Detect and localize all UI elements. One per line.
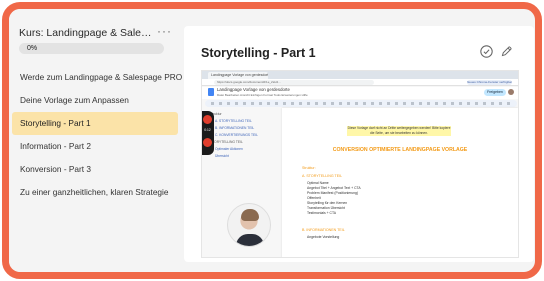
docs-toolbar	[205, 100, 517, 107]
lesson-list: Werde zum Landingpage & Salespage PRO De…	[12, 66, 182, 204]
url-text: https://docs.google.com/document/d/1e_2s…	[214, 80, 374, 85]
lesson-item-active[interactable]: Storytelling - Part 1	[12, 112, 178, 135]
recording-time: 0:12	[204, 128, 211, 132]
toolbar-icons	[211, 102, 511, 105]
course-progress-label: 0%	[27, 45, 38, 52]
outline-item: A. STORYTELLING TEIL	[215, 119, 252, 123]
outline-item: STORYTELLING TEIL	[210, 140, 243, 144]
recording-controls: 0:12	[202, 111, 214, 155]
course-sidebar: Kurs: Landingpage & Salespage ... ··· 0%…	[9, 9, 182, 272]
more-horizontal-icon[interactable]: ···	[157, 24, 172, 38]
lesson-content-card: Storytelling - Part 1 Landingpage Vorlag…	[184, 26, 534, 262]
pencil-icon[interactable]	[500, 45, 513, 58]
doc-section-b: B. INFORMATIONEN TEIL	[302, 228, 345, 232]
outline-item: C. KONVERTIERUNGS TEIL	[215, 133, 258, 137]
doc-item: Angebote Vorstellung	[307, 235, 340, 239]
presenter-body	[236, 234, 264, 246]
doc-section-struktur: Struktur:	[302, 166, 316, 170]
google-docs-icon	[208, 88, 214, 96]
docs-header: Landingpage Vorlage von gerdesdorte Date…	[202, 87, 518, 99]
lesson-item[interactable]: Information - Part 2	[12, 135, 178, 158]
outline-item: Struktur	[210, 112, 222, 116]
share-button: Freigeben	[484, 89, 506, 96]
browser-tab: Landingpage Vorlage von gerdesdorte	[208, 72, 268, 79]
check-circle-icon[interactable]	[480, 45, 493, 58]
doc-page: Diese Vorlage darf nicht an Dritte weite…	[282, 108, 518, 257]
avatar	[508, 89, 514, 95]
chrome-update-pill: Neues Chrome-Fenster verfügbar	[467, 80, 512, 85]
doc-headline: CONVERSION OPTIMIERTE LANDINGPAGE VORLAG…	[332, 147, 468, 153]
outline-item: B. INFORMATIONEN TEIL	[215, 126, 255, 130]
record-icon	[203, 115, 212, 124]
course-progress-bar: 0%	[19, 43, 164, 54]
doc-section-a: A. STORYTELLING TEIL	[302, 174, 343, 178]
presenter-hair	[241, 209, 259, 221]
webcam-bubble	[227, 203, 271, 247]
pause-icon	[203, 138, 212, 147]
doc-name: Landingpage Vorlage von gerdesdorte	[217, 87, 290, 92]
lesson-item[interactable]: Zu einer ganzheitlichen, klaren Strategi…	[12, 181, 178, 204]
lesson-item[interactable]: Konversion - Part 3	[12, 158, 178, 181]
lesson-item[interactable]: Deine Vorlage zum Anpassen	[12, 89, 178, 112]
browser-tab-bar: Landingpage Vorlage von gerdesdorte	[202, 71, 518, 79]
browser-url-bar: https://docs.google.com/document/d/1e_2s…	[202, 79, 518, 86]
docs-menu: Datei Bearbeiten Ansicht Einfügen Format…	[217, 93, 308, 97]
outline-item: Übersicht	[215, 154, 229, 158]
lesson-title: Storytelling - Part 1	[201, 46, 316, 60]
app-frame: Kurs: Landingpage & Salespage ... ··· 0%…	[2, 2, 542, 279]
outline-item: Optimaler Aktionen	[215, 147, 243, 151]
lesson-item[interactable]: Werde zum Landingpage & Salespage PRO	[12, 66, 182, 89]
lesson-video[interactable]: Landingpage Vorlage von gerdesdorte http…	[201, 70, 519, 258]
course-title: Kurs: Landingpage & Salespage ...	[19, 27, 154, 39]
doc-note: Diese Vorlage darf nicht an Dritte weite…	[347, 126, 451, 136]
doc-item: Testimonials + CTA	[307, 211, 337, 215]
